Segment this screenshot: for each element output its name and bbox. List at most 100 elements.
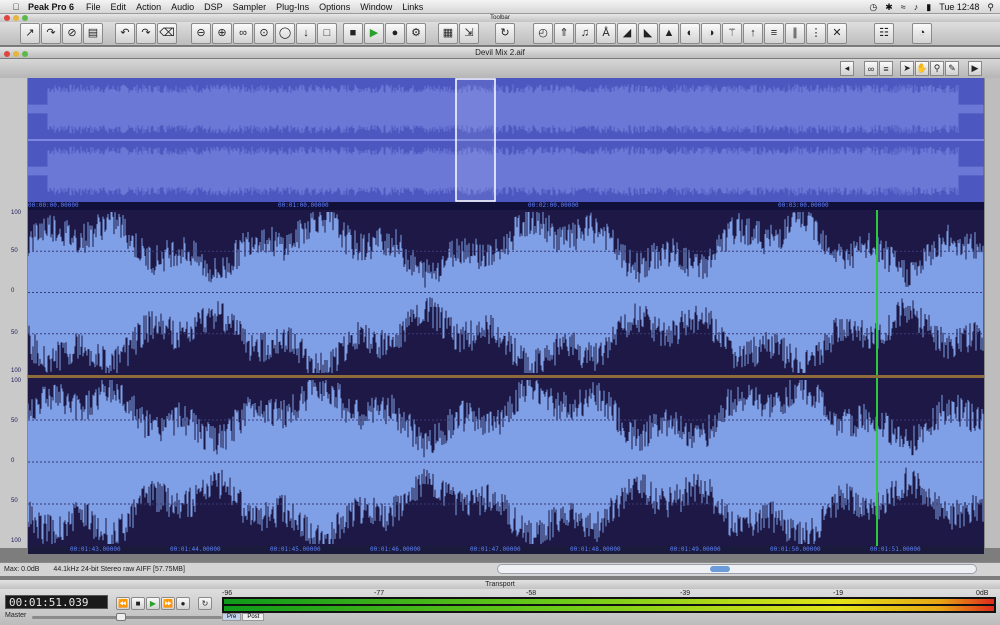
apple-menu-icon[interactable]: : [10, 2, 22, 12]
pitch-icon[interactable]: ♫: [575, 23, 595, 44]
hand-icon[interactable]: ✋: [915, 61, 929, 76]
amp-label-top-2: 100: [11, 378, 22, 384]
play-icon[interactable]: ▶: [146, 597, 160, 610]
overview-time-2: 00:02:00.00000: [528, 202, 579, 209]
menu-file[interactable]: File: [86, 2, 101, 12]
bluetooth-icon[interactable]: ✱: [885, 2, 893, 13]
wifi-icon[interactable]: ≈: [901, 2, 906, 12]
battery-icon[interactable]: ▮: [926, 2, 931, 13]
master-volume-knob[interactable]: [116, 613, 126, 621]
pre-button[interactable]: Pre: [222, 613, 242, 621]
meter-tools: ◔: [912, 23, 932, 44]
meter-right-bar: [224, 606, 994, 611]
pencil-icon[interactable]: ✎: [945, 61, 959, 76]
waveform-channel-left[interactable]: [28, 210, 984, 375]
levels-icon[interactable]: ⋮: [806, 23, 826, 44]
frequency-icon[interactable]: Å: [596, 23, 616, 44]
menu-options[interactable]: Options: [319, 2, 350, 12]
reverse-icon[interactable]: ◑: [701, 23, 721, 44]
eq-icon[interactable]: ≡: [764, 23, 784, 44]
fast-forward-icon[interactable]: ⏩: [161, 597, 175, 610]
speaker-icon[interactable]: ◂: [840, 61, 854, 76]
waveform-channel-right[interactable]: [28, 378, 984, 546]
amplify-icon[interactable]: ▲: [659, 23, 679, 44]
amp-label-bottom-2: 100: [11, 538, 22, 544]
play-icon[interactable]: ▶: [364, 23, 384, 44]
menu-window[interactable]: Window: [360, 2, 392, 12]
trash-icon[interactable]: ⌫: [157, 23, 177, 44]
menu-edit[interactable]: Edit: [111, 2, 127, 12]
spiral-icon[interactable]: ⚚: [722, 23, 742, 44]
app-menu[interactable]: Peak Pro 6: [28, 2, 74, 12]
zoom-icon[interactable]: [22, 15, 28, 21]
rewind-icon[interactable]: ⏪: [116, 597, 130, 610]
scroll-thumb[interactable]: [710, 566, 730, 572]
insert-icon[interactable]: ⇲: [459, 23, 479, 44]
record-settings-icon[interactable]: ⚙: [406, 23, 426, 44]
undo-icon[interactable]: ↶: [115, 23, 135, 44]
marker-icon[interactable]: ↓: [296, 23, 316, 44]
record-icon[interactable]: ●: [176, 597, 190, 610]
visible-range-box[interactable]: [455, 78, 496, 202]
document-window-controls: [4, 50, 28, 58]
save-icon[interactable]: ▤: [83, 23, 103, 44]
menu-links[interactable]: Links: [402, 2, 423, 12]
stop-icon[interactable]: ■: [343, 23, 363, 44]
zoom-out-icon[interactable]: ⊖: [191, 23, 211, 44]
post-button[interactable]: Post: [242, 613, 265, 621]
time-label-9: 00:01:51.00000: [870, 546, 921, 553]
magnify-icon[interactable]: ⚲: [930, 61, 944, 76]
close-icon[interactable]: [4, 15, 10, 21]
link-icon[interactable]: ∞: [864, 61, 878, 76]
menu-sampler[interactable]: Sampler: [233, 2, 267, 12]
redo-icon[interactable]: ↷: [136, 23, 156, 44]
menu-plugins[interactable]: Plug-Ins: [276, 2, 309, 12]
minimize-icon[interactable]: [13, 51, 19, 57]
normalize-icon[interactable]: ↑: [743, 23, 763, 44]
zoom-icon[interactable]: [22, 51, 28, 57]
play-selection-icon[interactable]: ▶: [968, 61, 982, 76]
arrow-cursor-icon[interactable]: ➤: [900, 61, 914, 76]
mixer-icon[interactable]: ∥: [785, 23, 805, 44]
loop-icon[interactable]: ↻: [198, 597, 212, 610]
menu-clock[interactable]: Tue 12:48: [939, 2, 979, 12]
grid-icon[interactable]: ▦: [438, 23, 458, 44]
keyboard-icon[interactable]: ☷: [874, 23, 894, 44]
zoom-in-icon[interactable]: ⊕: [212, 23, 232, 44]
fade-in-icon[interactable]: ◢: [617, 23, 637, 44]
fade-out-icon[interactable]: ◣: [638, 23, 658, 44]
crossfade-icon[interactable]: ✕: [827, 23, 847, 44]
open-file-icon[interactable]: ↗: [20, 23, 40, 44]
meter-scale-96: -96: [222, 590, 233, 597]
overview-timeline: 00:00:00.00000 00:01:00.00000 00:02:00.0…: [28, 202, 984, 210]
invert-icon[interactable]: ◐: [680, 23, 700, 44]
stop-icon[interactable]: ■: [131, 597, 145, 610]
master-volume-slider[interactable]: [32, 613, 222, 621]
pie-icon[interactable]: ◔: [912, 23, 932, 44]
clock-icon[interactable]: ◴: [533, 23, 553, 44]
overview-waveform[interactable]: [27, 78, 984, 202]
close-icon[interactable]: [4, 51, 10, 57]
vertical-scrollbar[interactable]: [984, 78, 1000, 548]
menu-action[interactable]: Action: [136, 2, 161, 12]
minimize-icon[interactable]: [13, 15, 19, 21]
window-tools: ▦ ⇲: [438, 23, 479, 44]
menu-audio[interactable]: Audio: [171, 2, 194, 12]
time-label-1: 00:01:43.00000: [70, 546, 121, 553]
time-machine-icon[interactable]: ◷: [869, 2, 877, 13]
horizontal-scrollbar[interactable]: [497, 564, 977, 574]
gain-up-icon[interactable]: ⇑: [554, 23, 574, 44]
time-label-5: 00:01:47.00000: [470, 546, 521, 553]
snap-icon[interactable]: ≡: [879, 61, 893, 76]
volume-icon[interactable]: ♪: [914, 2, 919, 12]
menu-dsp[interactable]: DSP: [204, 2, 223, 12]
region-icon[interactable]: □: [317, 23, 337, 44]
no-edit-icon[interactable]: ⊘: [62, 23, 82, 44]
fit-icon[interactable]: ◯: [275, 23, 295, 44]
record-icon[interactable]: ●: [385, 23, 405, 44]
refresh-icon[interactable]: ↻: [495, 23, 515, 44]
loop-icon[interactable]: ∞: [233, 23, 253, 44]
export-icon[interactable]: ↷: [41, 23, 61, 44]
spotlight-icon[interactable]: ⚲: [987, 2, 994, 13]
cursor-target-icon[interactable]: ⊙: [254, 23, 274, 44]
